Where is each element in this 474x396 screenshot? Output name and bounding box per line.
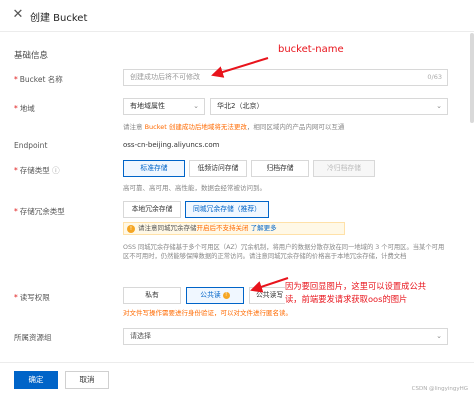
annotation-arrows: [211, 57, 289, 293]
annotation-acl-line2: 读，前端要发请求获取oos的图片: [285, 293, 408, 305]
annotation-bucket-name: bucket-name: [278, 44, 344, 55]
annotation-arrow-acl: [250, 277, 289, 293]
confirm-button[interactable]: 确定: [14, 371, 58, 389]
watermark: CSDN @lingyingyHG: [411, 386, 468, 392]
footer-divider: [0, 362, 474, 363]
cancel-button[interactable]: 取消: [65, 371, 109, 389]
annotation-arrow-bucket-name: [211, 57, 269, 78]
annotation-acl-line1: 因为要回显图片，这里可以设置成公共: [285, 280, 427, 292]
